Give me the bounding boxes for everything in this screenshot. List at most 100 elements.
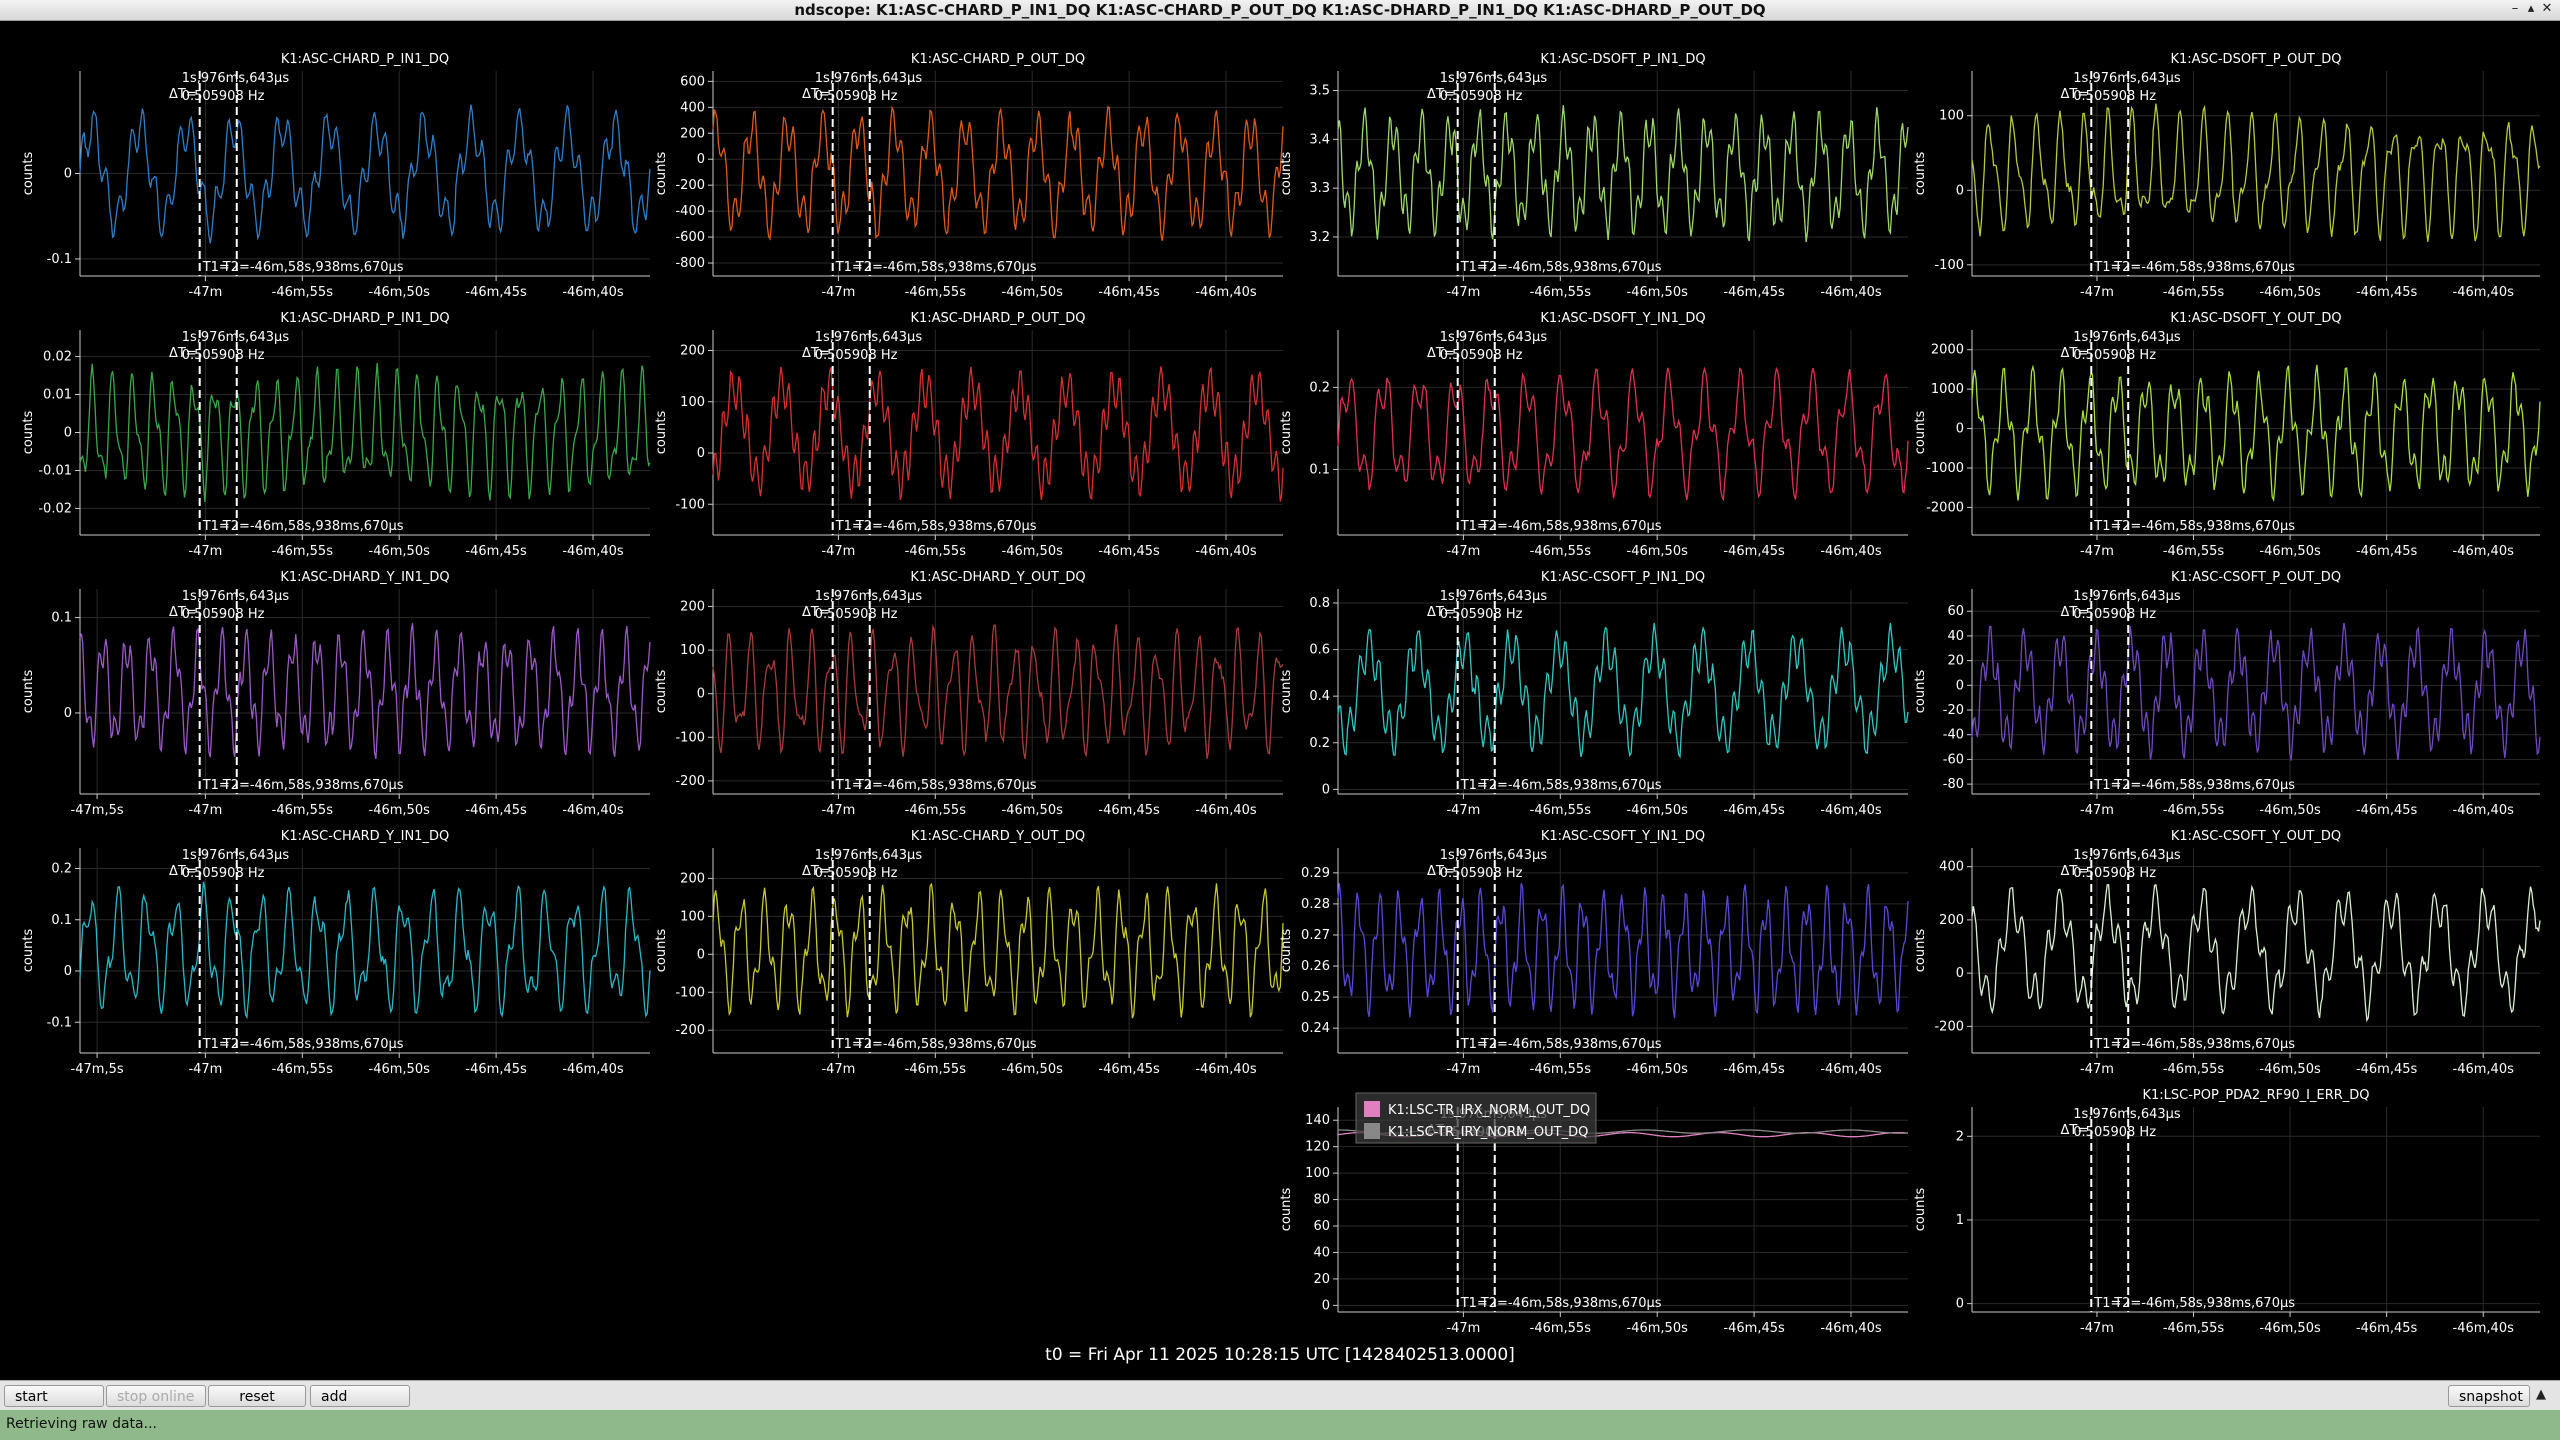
- plot-7[interactable]: K1:ASC-DSOFT_Y_IN1_DQ 0.2 0.1 -47m -46m,55s -…: [1279, 311, 1909, 559]
- x-tick-label: -47m: [1446, 1062, 1480, 1077]
- y-tick-label: 0: [697, 947, 705, 962]
- y-tick-label: 20: [1313, 1272, 1330, 1287]
- y-axis-label: counts: [654, 152, 669, 196]
- plot-2[interactable]: K1:ASC-CHARD_P_OUT_DQ 600 400 200 0 -200 -400 -…: [654, 52, 1284, 300]
- t2-label: T2=-46m,58s,938ms,670µs: [222, 519, 404, 534]
- y-tick-label: 0: [1956, 966, 1964, 981]
- collapse-icon[interactable]: ▲: [2536, 1387, 2546, 1402]
- y-axis-label: counts: [21, 670, 36, 714]
- plot-title: K1:ASC-DHARD_P_OUT_DQ: [910, 311, 1085, 326]
- x-tick-label: -46m,50s: [369, 803, 431, 818]
- cursor-frequency: 0.505908 Hz: [182, 866, 265, 881]
- y-tick-label: 400: [680, 100, 705, 115]
- plot-area[interactable]: K1:ASC-CHARD_P_IN1_DQ -0.1 0 -47m -46m,55s -4…: [0, 21, 2560, 1380]
- y-tick-label: 60: [1313, 1219, 1330, 1234]
- add-channels-button[interactable]: add channels: [310, 1385, 410, 1427]
- y-tick-label: 0.28: [1301, 897, 1330, 912]
- x-tick-label: -46m,55s: [2163, 803, 2225, 818]
- y-tick-label: -0.02: [38, 501, 72, 516]
- y-axis-label: counts: [1279, 670, 1294, 714]
- y-tick-label: 0: [64, 167, 72, 182]
- cursor-frequency: 0.505908 Hz: [182, 348, 265, 363]
- cursor-frequency: 0.505908 Hz: [1440, 89, 1523, 104]
- plot-5[interactable]: K1:ASC-DHARD_P_IN1_DQ 0.02 0.01 0 -0.01 -0.02…: [21, 311, 651, 559]
- y-tick-label: 100: [680, 395, 705, 410]
- delta-t-value: 1s,976ms,643µs: [182, 589, 290, 604]
- x-tick-label: -47m: [821, 803, 855, 818]
- y-tick-label: -60: [1943, 752, 1964, 767]
- t0-label: t0 = Fri Apr 11 2025 10:28:15 UTC [14284…: [1045, 1345, 1515, 1365]
- x-tick-label: -46m,55s: [1530, 1062, 1592, 1077]
- plot-17[interactable]: 140 120 100 80 60 40 20 0 -47m -46m,55s -46m,50s -4…: [1279, 1092, 1909, 1336]
- plot-18[interactable]: K1:LSC-POP_PDA2_RF90_I_ERR_DQ 2 1 0 -47m -46m…: [1913, 1088, 2540, 1336]
- x-tick-label: -46m,50s: [1627, 544, 1689, 559]
- legend-entry: K1:LSC-TR_IRX_NORM_OUT_DQ: [1388, 1103, 1590, 1118]
- plot-16[interactable]: K1:ASC-CSOFT_Y_OUT_DQ 400 200 0 -200 -47m -46m…: [1913, 829, 2541, 1077]
- y-axis-label: counts: [1279, 929, 1294, 973]
- maximize-button[interactable]: ▴: [2524, 1, 2538, 16]
- plot-6[interactable]: K1:ASC-DHARD_P_OUT_DQ 200 100 0 -100 -47m -46m…: [654, 311, 1284, 559]
- cursor-frequency: 0.505908 Hz: [2073, 607, 2156, 622]
- x-tick-label: -46m,40s: [1195, 285, 1257, 300]
- plot-legend: K1:LSC-TR_IRX_NORM_OUT_DQ K1:LSC-TR_IRY_N…: [1355, 1092, 1597, 1144]
- plot-9[interactable]: K1:ASC-DHARD_Y_IN1_DQ 0.1 0 -47m,5s -47m -46m…: [21, 570, 651, 818]
- y-tick-label: 0.29: [1301, 866, 1330, 881]
- close-button[interactable]: ✕: [2540, 1, 2554, 16]
- y-tick-label: 1000: [1931, 382, 1964, 397]
- x-tick-label: -47m: [1446, 285, 1480, 300]
- plot-1[interactable]: K1:ASC-CHARD_P_IN1_DQ -0.1 0 -47m -46m,55s -4…: [21, 52, 651, 300]
- y-tick-label: 200: [680, 126, 705, 141]
- start-online-button[interactable]: start online: [4, 1385, 104, 1427]
- x-tick-label: -46m,50s: [2259, 1062, 2321, 1077]
- y-tick-label: 0.2: [51, 862, 72, 877]
- plot-10[interactable]: K1:ASC-DHARD_Y_OUT_DQ 200 100 0 -100 -200 -47m…: [654, 570, 1284, 818]
- y-tick-label: 0: [64, 964, 72, 979]
- delta-t-value: 1s,976ms,643µs: [2073, 1107, 2181, 1122]
- minimize-button[interactable]: –: [2508, 1, 2522, 16]
- cursor-frequency: 0.505908 Hz: [815, 89, 898, 104]
- plot-11[interactable]: K1:ASC-CSOFT_P_IN1_DQ 0.8 0.6 0.4 0.2 0 -47m -4…: [1279, 570, 1909, 818]
- x-tick-label: -47m: [821, 1062, 855, 1077]
- trace-line: [712, 624, 1284, 760]
- delta-t-value: 1s,976ms,643µs: [815, 330, 923, 345]
- y-tick-label: -200: [675, 774, 705, 789]
- plot-15[interactable]: K1:ASC-CSOFT_Y_IN1_DQ 0.29 0.28 0.27 0.26 0.2…: [1279, 829, 1909, 1077]
- x-tick-label: -46m,55s: [272, 1062, 334, 1077]
- trace-line: [1971, 364, 2541, 503]
- x-tick-label: -47m: [1446, 803, 1480, 818]
- plots-canvas[interactable]: K1:ASC-CHARD_P_IN1_DQ -0.1 0 -47m -46m,55s -4…: [0, 21, 2560, 1341]
- plot-8[interactable]: K1:ASC-DSOFT_Y_OUT_DQ 2000 1000 0 -1000 -2000…: [1913, 311, 2541, 559]
- plot-title: K1:ASC-CSOFT_P_IN1_DQ: [1541, 570, 1705, 585]
- x-tick-label: -46m,55s: [905, 544, 967, 559]
- t2-label: T2=-46m,58s,938ms,670µs: [222, 1037, 404, 1052]
- status-text: Retrieving raw data...: [6, 1416, 157, 1432]
- y-tick-label: 200: [680, 599, 705, 614]
- y-tick-label: 100: [1305, 1166, 1330, 1181]
- plot-title: K1:ASC-CSOFT_Y_IN1_DQ: [1541, 829, 1705, 844]
- stop-online-button[interactable]: stop online: [106, 1385, 206, 1407]
- delta-t-value: 1s,976ms,643µs: [1440, 71, 1548, 86]
- delta-t-value: 1s,976ms,643µs: [2073, 71, 2181, 86]
- plot-13[interactable]: K1:ASC-CHARD_Y_IN1_DQ 0.2 0.1 0 -0.1 -47m,5s -…: [21, 829, 651, 1077]
- x-tick-label: -46m,50s: [1627, 803, 1689, 818]
- x-tick-label: -46m,45s: [2356, 803, 2418, 818]
- t2-label: T2=-46m,58s,938ms,670µs: [855, 519, 1037, 534]
- plot-14[interactable]: K1:ASC-CHARD_Y_OUT_DQ 200 100 0 -100 -200 -47m…: [654, 829, 1284, 1077]
- y-tick-label: 200: [1939, 913, 1964, 928]
- plot-4[interactable]: K1:ASC-DSOFT_P_OUT_DQ 100 0 -100 -47m -46m,55…: [1913, 52, 2541, 300]
- x-tick-label: -46m,40s: [1820, 544, 1882, 559]
- window-titlebar: ndscope: K1:ASC-CHARD_P_IN1_DQ K1:ASC-CH…: [0, 0, 2560, 21]
- y-tick-label: 0: [697, 687, 705, 702]
- y-tick-label: -0.1: [47, 252, 72, 267]
- plot-title: K1:ASC-DSOFT_Y_IN1_DQ: [1540, 311, 1705, 326]
- plot-3[interactable]: K1:ASC-DSOFT_P_IN1_DQ 3.5 3.4 3.3 3.2 -47m -46…: [1279, 52, 1909, 300]
- x-tick-label: -46m,50s: [2259, 803, 2321, 818]
- y-axis-label: counts: [654, 929, 669, 973]
- snapshot-button[interactable]: snapshot: [2448, 1385, 2530, 1407]
- reset-button[interactable]: reset: [208, 1385, 306, 1407]
- x-tick-label: -47m: [188, 1062, 222, 1077]
- y-tick-label: -100: [675, 730, 705, 745]
- delta-t-value: 1s,976ms,643µs: [2073, 589, 2181, 604]
- x-tick-label: -46m,55s: [1530, 285, 1592, 300]
- plot-12[interactable]: K1:ASC-CSOFT_P_OUT_DQ 60 40 20 0 -20 -40 -60 -80…: [1913, 570, 2541, 818]
